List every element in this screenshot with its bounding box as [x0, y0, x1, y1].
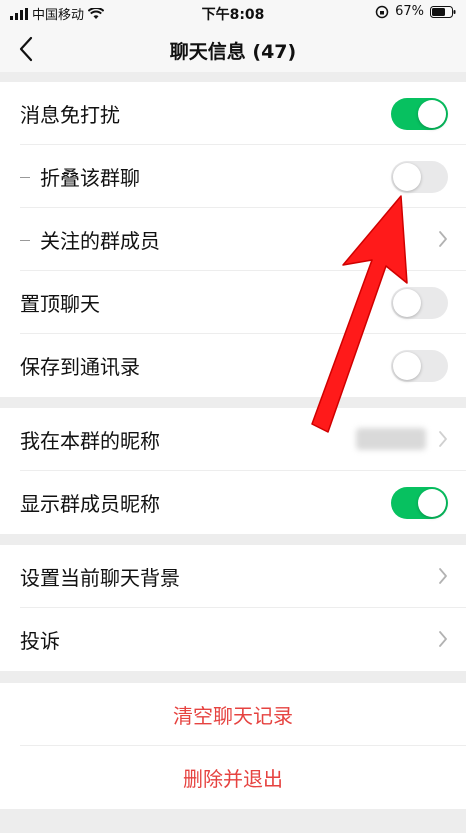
- toggle-knob: [393, 163, 421, 191]
- mute-notifications-label: 消息免打扰: [20, 103, 120, 127]
- chevron-right-icon: [439, 568, 447, 584]
- followed-members-row[interactable]: 关注的群成员: [0, 208, 466, 271]
- danger-section: 清空聊天记录 删除并退出: [0, 683, 466, 809]
- save-to-contacts-row: 保存到通讯录: [0, 334, 466, 397]
- fold-group-label: 折叠该群聊: [40, 166, 140, 190]
- nav-bar: 聊天信息 (47): [0, 26, 466, 72]
- fold-group-toggle[interactable]: [391, 161, 448, 193]
- nickname-section: 我在本群的昵称 显示群成员昵称: [0, 408, 466, 534]
- indent-dash: [20, 240, 30, 241]
- toggle-knob: [418, 100, 446, 128]
- chat-background-label: 设置当前聊天背景: [20, 566, 180, 590]
- clear-history-button[interactable]: 清空聊天记录: [0, 683, 466, 746]
- blurred-nickname-value: [356, 428, 426, 450]
- my-group-nickname-row[interactable]: 我在本群的昵称: [0, 408, 466, 471]
- chevron-right-icon: [439, 631, 447, 647]
- notification-settings-section: 消息免打扰 折叠该群聊 关注的群成员 置顶聊天 保存到通讯录: [0, 82, 466, 397]
- lock-rotation-icon: [375, 5, 389, 18]
- show-member-nicknames-label: 显示群成员昵称: [20, 492, 160, 516]
- show-member-nicknames-row: 显示群成员昵称: [0, 471, 466, 534]
- complain-label: 投诉: [20, 629, 60, 653]
- complain-row[interactable]: 投诉: [0, 608, 466, 671]
- clear-history-label: 清空聊天记录: [173, 704, 293, 728]
- chevron-right-icon: [439, 231, 447, 247]
- delete-and-exit-label: 删除并退出: [183, 767, 283, 791]
- followed-members-label: 关注的群成员: [40, 229, 160, 253]
- mute-notifications-toggle[interactable]: [391, 98, 448, 130]
- chevron-right-icon: [439, 431, 447, 447]
- toggle-knob: [393, 289, 421, 317]
- my-group-nickname-label: 我在本群的昵称: [20, 429, 160, 453]
- indent-dash: [20, 177, 30, 178]
- pin-chat-label: 置顶聊天: [20, 292, 100, 316]
- chat-background-row[interactable]: 设置当前聊天背景: [0, 545, 466, 608]
- status-right: 67%: [375, 4, 456, 19]
- save-to-contacts-toggle[interactable]: [391, 350, 448, 382]
- page-title: 聊天信息 (47): [169, 41, 297, 63]
- toggle-knob: [393, 352, 421, 380]
- save-to-contacts-label: 保存到通讯录: [20, 355, 140, 379]
- misc-section: 设置当前聊天背景 投诉: [0, 545, 466, 671]
- battery-icon: [430, 5, 456, 18]
- battery-percent: 67%: [395, 4, 424, 19]
- pin-chat-row: 置顶聊天: [0, 271, 466, 334]
- show-member-nicknames-toggle[interactable]: [391, 487, 448, 519]
- fold-group-row: 折叠该群聊: [0, 145, 466, 208]
- delete-and-exit-button[interactable]: 删除并退出: [0, 746, 466, 809]
- status-bar: 中国移动 下午8:08 67%: [0, 0, 466, 26]
- mute-notifications-row: 消息免打扰: [0, 82, 466, 145]
- pin-chat-toggle[interactable]: [391, 287, 448, 319]
- toggle-knob: [418, 489, 446, 517]
